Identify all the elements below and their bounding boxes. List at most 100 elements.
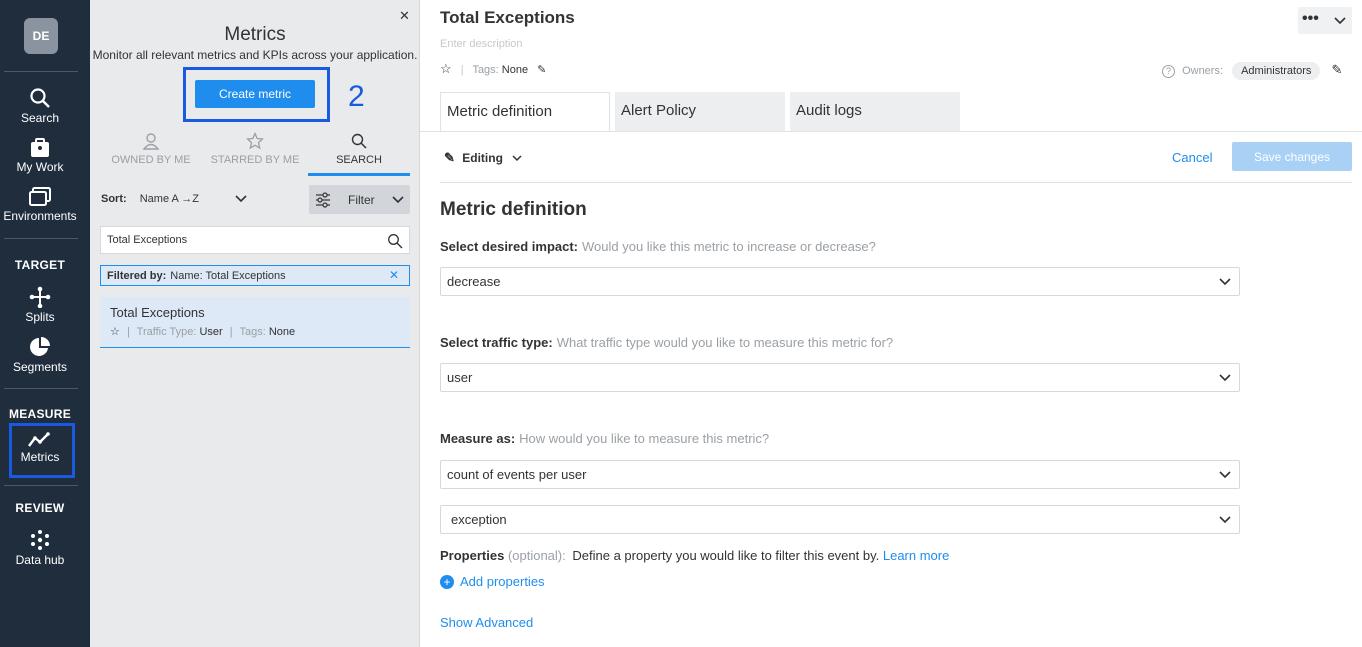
properties-optional: (optional):	[507, 548, 566, 563]
plus-icon: +	[440, 574, 454, 589]
tab-search[interactable]: SEARCH	[308, 130, 410, 176]
nav-label: Environments	[3, 209, 77, 223]
traffic-type-select[interactable]: user	[440, 363, 1240, 392]
learn-more-link[interactable]: Learn more	[883, 548, 949, 563]
save-changes-button[interactable]: Save changes	[1232, 142, 1352, 171]
impact-label: Select desired impact:	[440, 239, 578, 254]
event-value: exception	[451, 512, 507, 527]
more-icon: •••	[1302, 10, 1319, 27]
description-field[interactable]: Enter description	[440, 38, 523, 50]
nav-label: My Work	[16, 160, 64, 174]
add-properties-button[interactable]: + Add properties	[440, 574, 545, 589]
nav-section-review: REVIEW	[15, 501, 65, 515]
star-icon	[246, 132, 264, 150]
chevron-down-icon	[392, 196, 404, 204]
nav-item-data-hub[interactable]: Data hub	[0, 529, 80, 567]
nav-item-search[interactable]: Search	[0, 87, 80, 125]
avatar[interactable]: DE	[24, 18, 58, 54]
event-select[interactable]: exception	[440, 505, 1240, 534]
filter-button[interactable]: Filter	[309, 185, 410, 214]
annotation-2: 2	[348, 80, 365, 113]
traffic-value: User	[199, 326, 223, 338]
impact-hint: Would you like this metric to increase o…	[582, 239, 876, 254]
impact-value: decrease	[447, 274, 501, 289]
nav-item-segments[interactable]: Segments	[0, 336, 80, 374]
owner-chip: Administrators	[1232, 62, 1321, 80]
properties-label: Properties	[440, 548, 505, 563]
search-icon[interactable]	[387, 233, 403, 249]
chevron-down-icon	[1219, 278, 1231, 286]
filter-tag: Filtered by: Name: Total Exceptions ✕	[100, 265, 410, 286]
editing-dropdown[interactable]: ✎ Editing	[444, 150, 522, 166]
measure-question: Measure as: How would you like to measure…	[440, 431, 769, 446]
edit-icon[interactable]: ✎	[1331, 62, 1342, 77]
close-icon[interactable]: ✕	[399, 8, 410, 24]
briefcase-icon	[31, 138, 49, 157]
pencil-icon: ✎	[444, 150, 455, 165]
tags-value: None	[501, 64, 529, 76]
tags-row: ☆ | Tags: None ✎	[440, 61, 547, 76]
show-advanced-link[interactable]: Show Advanced	[440, 615, 533, 630]
page-title[interactable]: Total Exceptions	[440, 8, 575, 28]
nav-section-measure: MEASURE	[8, 407, 72, 421]
result-title: Total Exceptions	[110, 305, 205, 320]
more-actions-button[interactable]: •••	[1298, 7, 1352, 34]
search-icon	[351, 133, 367, 149]
star-icon[interactable]: ☆	[110, 326, 120, 338]
nav-label: Splits	[25, 310, 55, 324]
list-item[interactable]: Total Exceptions ☆ | Traffic Type: User …	[100, 297, 410, 348]
nav-item-metrics[interactable]: Metrics	[0, 432, 80, 464]
star-icon[interactable]: ☆	[440, 61, 452, 76]
chevron-down-icon	[512, 155, 522, 162]
tab-starred-by-me[interactable]: STARRED BY ME	[204, 130, 306, 176]
divider	[440, 182, 1352, 183]
owners-label: Owners:	[1182, 65, 1224, 77]
owners-row: ? Owners: Administrators ✎	[1162, 62, 1342, 80]
nav-label: Data hub	[15, 553, 65, 567]
tab-audit-logs[interactable]: Audit logs	[790, 92, 960, 132]
clear-filter-icon[interactable]: ✕	[389, 268, 399, 282]
nav-item-my-work[interactable]: My Work	[0, 138, 80, 174]
nav-item-environments[interactable]: Environments	[0, 187, 80, 223]
impact-question: Select desired impact: Would you like thi…	[440, 239, 876, 254]
nav-item-splits[interactable]: Splits	[0, 286, 80, 324]
properties-hint: Define a property you would like to filt…	[572, 548, 880, 563]
nav-divider	[4, 238, 78, 239]
traffic-value: user	[447, 370, 473, 385]
nav-label: Search	[20, 111, 60, 125]
traffic-question: Select traffic type: What traffic type wo…	[440, 335, 893, 350]
chevron-down-icon	[1219, 471, 1231, 479]
editing-label: Editing	[462, 151, 503, 165]
traffic-hint: What traffic type would you like to meas…	[556, 335, 894, 350]
nav-divider	[4, 71, 78, 72]
edit-icon[interactable]: ✎	[537, 64, 546, 76]
info-icon: ?	[1162, 65, 1175, 78]
tags-value: None	[268, 326, 296, 338]
filter-tag-text: Name: Total Exceptions	[170, 269, 286, 282]
tab-owned-by-me[interactable]: OWNED BY ME	[100, 130, 202, 176]
measure-label: Measure as:	[440, 431, 516, 446]
filter-tag-prefix: Filtered by:	[107, 269, 167, 282]
chevron-down-icon	[1219, 516, 1231, 524]
sort-value: Name A →Z	[139, 193, 200, 205]
traffic-label: Traffic Type:	[136, 326, 197, 338]
tab-label: SEARCH	[336, 154, 382, 166]
search-input[interactable]: Total Exceptions	[100, 226, 410, 254]
tags-label: Tags:	[239, 326, 266, 338]
create-metric-button[interactable]: Create metric	[195, 80, 315, 108]
add-properties-label: Add properties	[460, 574, 545, 589]
nav-divider	[4, 485, 78, 486]
impact-select[interactable]: decrease	[440, 267, 1240, 296]
tab-metric-definition[interactable]: Metric definition	[440, 92, 610, 132]
main-content: Total Exceptions Enter description ☆ | T…	[420, 0, 1362, 647]
data-hub-icon	[31, 530, 49, 550]
search-icon	[30, 88, 50, 108]
properties-row: Properties (optional): Define a property…	[440, 548, 949, 563]
nav-divider	[4, 388, 78, 389]
splits-icon	[29, 286, 51, 308]
cancel-button[interactable]: Cancel	[1172, 150, 1212, 165]
measure-select[interactable]: count of events per user	[440, 460, 1240, 489]
chevron-down-icon	[235, 195, 247, 203]
tab-alert-policy[interactable]: Alert Policy	[615, 92, 785, 132]
chevron-down-icon	[1219, 374, 1231, 382]
